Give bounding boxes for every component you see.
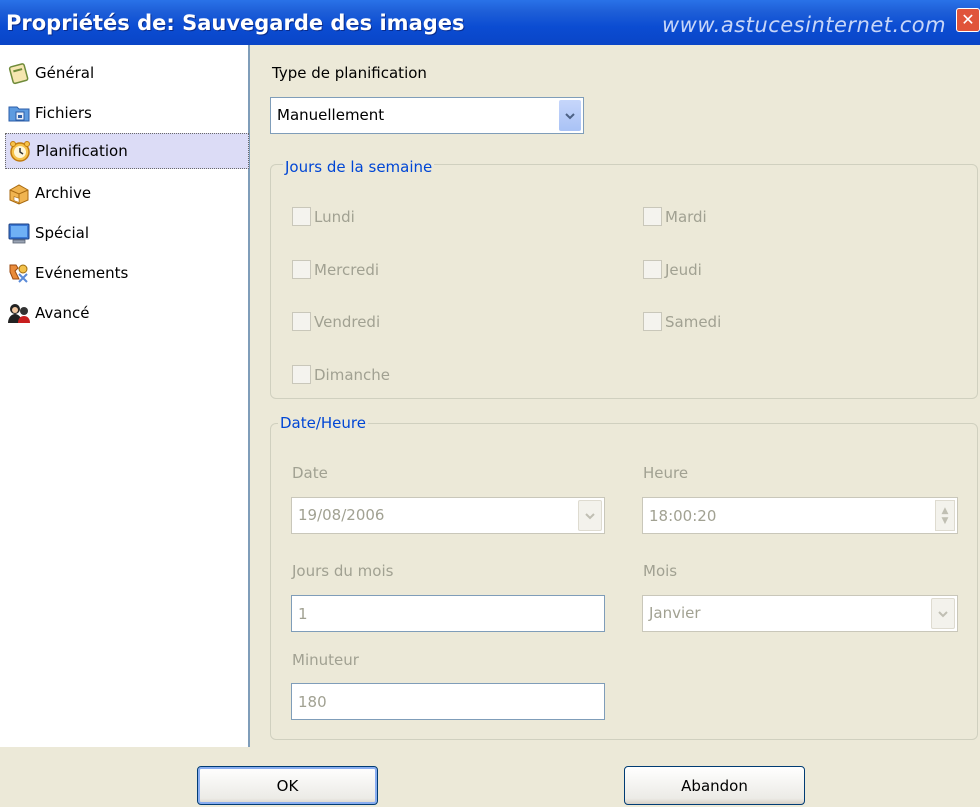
checkbox-box[interactable]: [292, 207, 311, 226]
timer-label: Minuteur: [292, 651, 359, 669]
sidebar-item-advanced[interactable]: Avancé: [7, 295, 247, 331]
time-label: Heure: [643, 464, 689, 482]
sidebar-item-label: Avancé: [35, 304, 90, 322]
month-label: Mois: [643, 562, 678, 580]
checkbox-box[interactable]: [643, 312, 662, 331]
window-title: Propriétés de: Sauvegarde des images: [6, 11, 465, 35]
monitor-icon: [7, 221, 31, 245]
chevron-down-icon[interactable]: [559, 100, 581, 131]
month-value: Janvier: [649, 604, 701, 622]
sidebar: Général Fichiers Planification Archive S…: [0, 45, 250, 747]
sidebar-item-files[interactable]: Fichiers: [7, 95, 247, 131]
checkbox-label: Dimanche: [314, 365, 391, 384]
close-button[interactable]: ✕: [956, 8, 980, 32]
general-icon: [7, 61, 31, 85]
checkbox-label: Jeudi: [665, 260, 702, 279]
checkbox-box[interactable]: [292, 312, 311, 331]
date-value: 19/08/2006: [298, 506, 385, 524]
date-picker[interactable]: 19/08/2006: [291, 497, 605, 534]
date-label: Date: [292, 464, 328, 482]
checkbox-dimanche[interactable]: Dimanche: [292, 365, 390, 384]
checkbox-mardi[interactable]: Mardi: [643, 207, 707, 226]
schedule-type-label: Type de planification: [272, 64, 427, 82]
ok-button[interactable]: OK: [197, 766, 378, 805]
checkbox-label: Mercredi: [314, 260, 380, 279]
schedule-type-value: Manuellement: [277, 106, 385, 124]
checkbox-box[interactable]: [292, 260, 311, 279]
checkbox-jeudi[interactable]: Jeudi: [643, 260, 702, 279]
sidebar-item-label: Général: [35, 64, 95, 82]
chevron-down-icon[interactable]: [931, 598, 955, 629]
cancel-button[interactable]: Abandon: [624, 766, 805, 805]
month-days-value: 1: [298, 605, 308, 623]
checkbox-label: Mardi: [665, 207, 707, 226]
weekdays-legend: Jours de la semaine: [283, 158, 435, 176]
title-bar[interactable]: Propriétés de: Sauvegarde des images www…: [0, 0, 980, 45]
checkbox-label: Samedi: [665, 312, 722, 331]
sidebar-item-label: Archive: [35, 184, 92, 202]
timer-input[interactable]: 180: [291, 683, 605, 720]
checkbox-samedi[interactable]: Samedi: [643, 312, 721, 331]
sidebar-item-label: Evénements: [35, 264, 129, 282]
sidebar-item-events[interactable]: Evénements: [7, 255, 247, 291]
weekdays-group: [270, 164, 978, 399]
time-spinner[interactable]: 18:00:20 ▲ ▼: [642, 497, 958, 534]
watermark-text: www.astucesinternet.com: [662, 13, 947, 37]
events-icon: [7, 261, 31, 285]
checkbox-box[interactable]: [643, 260, 662, 279]
button-bar: OK Abandon: [0, 747, 980, 807]
close-icon: ✕: [961, 10, 975, 29]
sidebar-item-general[interactable]: Général: [7, 55, 247, 91]
checkbox-box[interactable]: [643, 207, 662, 226]
sidebar-item-label: Fichiers: [35, 104, 92, 122]
schedule-type-select[interactable]: Manuellement: [270, 97, 584, 134]
timer-value: 180: [298, 693, 327, 711]
checkbox-label: Lundi: [314, 207, 355, 226]
checkbox-mercredi[interactable]: Mercredi: [292, 260, 379, 279]
checkbox-label: Vendredi: [314, 312, 381, 331]
datetime-legend: Date/Heure: [278, 414, 368, 432]
archive-box-icon: [7, 181, 31, 205]
spinner-arrows-icon[interactable]: ▲ ▼: [935, 500, 955, 531]
chevron-down-icon[interactable]: [578, 500, 602, 531]
sidebar-item-planification[interactable]: Planification: [5, 133, 249, 169]
advanced-users-icon: [7, 301, 31, 325]
month-days-input[interactable]: 1: [291, 595, 605, 632]
files-icon: [7, 101, 31, 125]
time-value: 18:00:20: [649, 507, 717, 525]
month-select[interactable]: Janvier: [642, 595, 958, 632]
sidebar-item-special[interactable]: Spécial: [7, 215, 247, 251]
checkbox-box[interactable]: [292, 365, 311, 384]
sidebar-item-label: Planification: [36, 142, 128, 160]
sidebar-item-label: Spécial: [35, 224, 90, 242]
alarm-clock-icon: [8, 139, 32, 163]
month-days-label: Jours du mois: [292, 562, 394, 580]
checkbox-lundi[interactable]: Lundi: [292, 207, 355, 226]
checkbox-vendredi[interactable]: Vendredi: [292, 312, 380, 331]
sidebar-item-archive[interactable]: Archive: [7, 175, 247, 211]
